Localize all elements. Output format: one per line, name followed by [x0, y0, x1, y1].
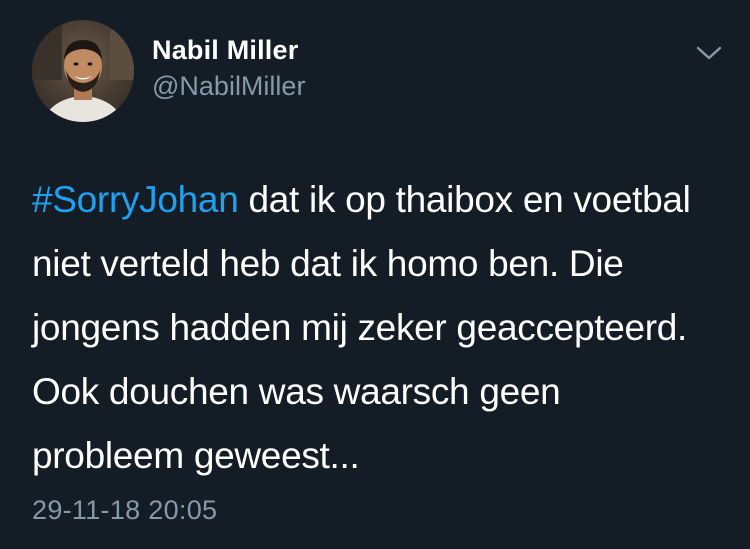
chevron-down-icon[interactable] — [696, 44, 722, 62]
author-display-name[interactable]: Nabil Miller — [152, 34, 305, 66]
chevron-down-icon-glyph — [696, 46, 722, 60]
tweet-text: #SorryJohan dat ik op thaibox en voetbal… — [32, 168, 722, 488]
avatar[interactable] — [32, 20, 134, 122]
tweet-card: Nabil Miller @NabilMiller #SorryJohan da… — [0, 0, 750, 549]
tweet-timestamp[interactable]: 29-11-18 20:05 — [32, 490, 217, 530]
author-handle[interactable]: @NabilMiller — [152, 70, 305, 102]
hashtag-link[interactable]: #SorryJohan — [32, 179, 239, 220]
author-block[interactable]: Nabil Miller @NabilMiller — [152, 34, 305, 102]
tweet-body-text: dat ik op thaibox en voetbal niet vertel… — [32, 179, 691, 476]
avatar-image — [32, 20, 134, 122]
